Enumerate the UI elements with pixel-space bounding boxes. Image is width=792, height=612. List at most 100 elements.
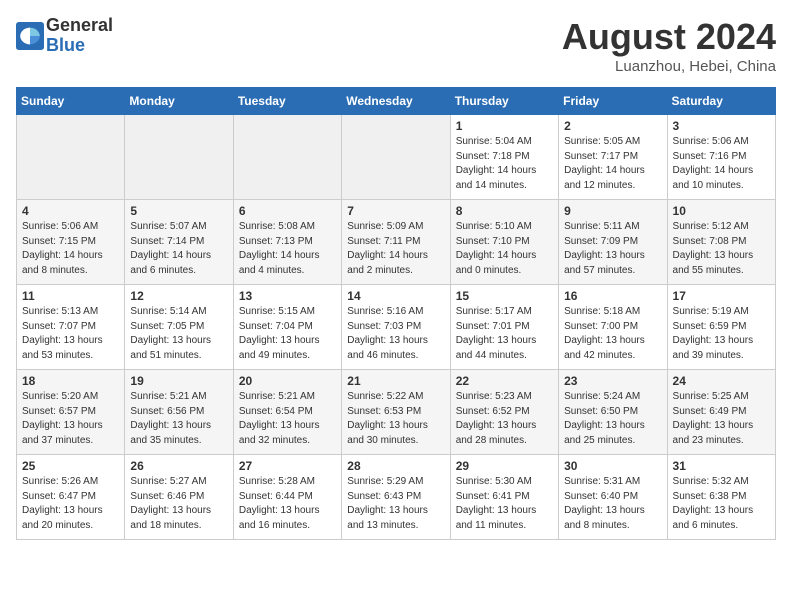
day-cell: 3 Sunrise: 5:06 AMSunset: 7:16 PMDaylight… [667,115,775,200]
day-info: Sunrise: 5:17 AMSunset: 7:01 PMDaylight:… [456,305,553,363]
day-cell: 8 Sunrise: 5:10 AMSunset: 7:10 PMDaylight… [450,200,558,285]
day-number: 23 [564,374,661,388]
day-info: Sunrise: 5:31 AMSunset: 6:40 PMDaylight:… [564,475,661,533]
day-number: 10 [673,204,770,218]
day-cell: 22Sunrise: 5:23 AMSunset: 6:52 PMDayligh… [450,370,558,455]
day-number: 3 [673,119,770,133]
week-row-1: 1 Sunrise: 5:04 AMSunset: 7:18 PMDaylight… [17,115,776,200]
day-number: 11 [22,289,119,303]
day-number: 4 [22,204,119,218]
day-info: Sunrise: 5:16 AMSunset: 7:03 PMDaylight:… [347,305,444,363]
day-number: 19 [130,374,227,388]
day-number: 31 [673,459,770,473]
day-number: 12 [130,289,227,303]
location: Luanzhou, Hebei, China [562,58,776,75]
week-row-5: 25 Sunrise: 5:26 AMSunset: 6:47 PMDayligh… [17,455,776,540]
day-cell: 15 Sunrise: 5:17 AMSunset: 7:01 PMDayligh… [450,285,558,370]
day-cell: 31 Sunrise: 5:32 AMSunset: 6:38 PMDayligh… [667,455,775,540]
weekday-header-saturday: Saturday [667,88,775,115]
day-info: Sunrise: 5:06 AMSunset: 7:15 PMDaylight:… [22,220,119,278]
day-cell [17,115,125,200]
day-number: 1 [456,119,553,133]
day-info: Sunrise: 5:21 AMSunset: 6:54 PMDaylight:… [239,390,336,448]
day-cell: 10 Sunrise: 5:12 AMSunset: 7:08 PMDayligh… [667,200,775,285]
day-cell: 14Sunrise: 5:16 AMSunset: 7:03 PMDayligh… [342,285,450,370]
day-number: 7 [347,204,444,218]
day-info: Sunrise: 5:19 AMSunset: 6:59 PMDaylight:… [673,305,770,363]
day-info: Sunrise: 5:29 AMSunset: 6:43 PMDaylight:… [347,475,444,533]
day-number: 9 [564,204,661,218]
logo-line1: General [46,16,113,36]
day-number: 17 [673,289,770,303]
weekday-header-tuesday: Tuesday [233,88,341,115]
calendar-table: SundayMondayTuesdayWednesdayThursdayFrid… [16,87,776,540]
day-cell: 11 Sunrise: 5:13 AMSunset: 7:07 PMDayligh… [17,285,125,370]
week-row-2: 4 Sunrise: 5:06 AMSunset: 7:15 PMDaylight… [17,200,776,285]
day-cell: 26 Sunrise: 5:27 AMSunset: 6:46 PMDayligh… [125,455,233,540]
day-cell: 18Sunrise: 5:20 AMSunset: 6:57 PMDayligh… [17,370,125,455]
day-info: Sunrise: 5:06 AMSunset: 7:16 PMDaylight:… [673,135,770,193]
day-info: Sunrise: 5:26 AMSunset: 6:47 PMDaylight:… [22,475,119,533]
logo-line2: Blue [46,36,113,56]
title-block: August 2024 Luanzhou, Hebei, China [562,16,776,75]
day-info: Sunrise: 5:05 AMSunset: 7:17 PMDaylight:… [564,135,661,193]
day-cell: 27 Sunrise: 5:28 AMSunset: 6:44 PMDayligh… [233,455,341,540]
day-cell: 6 Sunrise: 5:08 AMSunset: 7:13 PMDaylight… [233,200,341,285]
logo-icon [16,22,44,50]
day-number: 26 [130,459,227,473]
day-cell: 29Sunrise: 5:30 AMSunset: 6:41 PMDayligh… [450,455,558,540]
day-cell: 28Sunrise: 5:29 AMSunset: 6:43 PMDayligh… [342,455,450,540]
day-cell: 2Sunrise: 5:05 AMSunset: 7:17 PMDaylight… [559,115,667,200]
day-number: 16 [564,289,661,303]
day-cell: 7 Sunrise: 5:09 AMSunset: 7:11 PMDaylight… [342,200,450,285]
day-info: Sunrise: 5:12 AMSunset: 7:08 PMDaylight:… [673,220,770,278]
day-number: 13 [239,289,336,303]
weekday-header-wednesday: Wednesday [342,88,450,115]
day-number: 5 [130,204,227,218]
week-row-4: 18Sunrise: 5:20 AMSunset: 6:57 PMDayligh… [17,370,776,455]
day-number: 22 [456,374,553,388]
day-cell: 24Sunrise: 5:25 AMSunset: 6:49 PMDayligh… [667,370,775,455]
page-header: General Blue August 2024 Luanzhou, Hebei… [16,16,776,75]
weekday-header-friday: Friday [559,88,667,115]
day-info: Sunrise: 5:04 AMSunset: 7:18 PMDaylight:… [456,135,553,193]
day-info: Sunrise: 5:24 AMSunset: 6:50 PMDaylight:… [564,390,661,448]
day-number: 25 [22,459,119,473]
weekday-header-monday: Monday [125,88,233,115]
day-cell: 23 Sunrise: 5:24 AMSunset: 6:50 PMDayligh… [559,370,667,455]
day-info: Sunrise: 5:07 AMSunset: 7:14 PMDaylight:… [130,220,227,278]
day-number: 8 [456,204,553,218]
day-info: Sunrise: 5:27 AMSunset: 6:46 PMDaylight:… [130,475,227,533]
day-info: Sunrise: 5:10 AMSunset: 7:10 PMDaylight:… [456,220,553,278]
day-cell: 21 Sunrise: 5:22 AMSunset: 6:53 PMDayligh… [342,370,450,455]
day-cell: 13 Sunrise: 5:15 AMSunset: 7:04 PMDayligh… [233,285,341,370]
day-number: 21 [347,374,444,388]
day-cell: 12Sunrise: 5:14 AMSunset: 7:05 PMDayligh… [125,285,233,370]
day-number: 6 [239,204,336,218]
day-cell [342,115,450,200]
day-info: Sunrise: 5:08 AMSunset: 7:13 PMDaylight:… [239,220,336,278]
day-info: Sunrise: 5:30 AMSunset: 6:41 PMDaylight:… [456,475,553,533]
day-info: Sunrise: 5:20 AMSunset: 6:57 PMDaylight:… [22,390,119,448]
day-number: 20 [239,374,336,388]
day-cell: 4 Sunrise: 5:06 AMSunset: 7:15 PMDaylight… [17,200,125,285]
day-cell: 20 Sunrise: 5:21 AMSunset: 6:54 PMDayligh… [233,370,341,455]
day-info: Sunrise: 5:15 AMSunset: 7:04 PMDaylight:… [239,305,336,363]
day-info: Sunrise: 5:09 AMSunset: 7:11 PMDaylight:… [347,220,444,278]
month-title: August 2024 [562,16,776,58]
day-cell: 9 Sunrise: 5:11 AMSunset: 7:09 PMDaylight… [559,200,667,285]
day-cell: 30Sunrise: 5:31 AMSunset: 6:40 PMDayligh… [559,455,667,540]
day-cell: 19Sunrise: 5:21 AMSunset: 6:56 PMDayligh… [125,370,233,455]
day-info: Sunrise: 5:11 AMSunset: 7:09 PMDaylight:… [564,220,661,278]
weekday-header-row: SundayMondayTuesdayWednesdayThursdayFrid… [17,88,776,115]
day-number: 15 [456,289,553,303]
day-number: 24 [673,374,770,388]
week-row-3: 11 Sunrise: 5:13 AMSunset: 7:07 PMDayligh… [17,285,776,370]
day-cell [233,115,341,200]
day-info: Sunrise: 5:32 AMSunset: 6:38 PMDaylight:… [673,475,770,533]
day-number: 27 [239,459,336,473]
logo: General Blue [16,16,113,56]
day-info: Sunrise: 5:13 AMSunset: 7:07 PMDaylight:… [22,305,119,363]
day-info: Sunrise: 5:22 AMSunset: 6:53 PMDaylight:… [347,390,444,448]
day-info: Sunrise: 5:28 AMSunset: 6:44 PMDaylight:… [239,475,336,533]
